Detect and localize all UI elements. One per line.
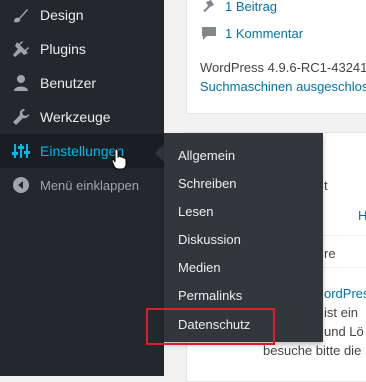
card-line-1: ist ein xyxy=(324,305,358,320)
sidebar-item-label: Design xyxy=(40,7,84,23)
card-line-2: und Lö xyxy=(324,324,364,339)
plug-icon xyxy=(11,39,31,59)
sidebar-item-label: Plugins xyxy=(40,41,86,57)
admin-sidebar: Design Plugins Benutzer Werkzeuge Einste… xyxy=(0,0,164,376)
collapse-menu-button[interactable]: Menü einklappen xyxy=(0,168,164,202)
wrench-icon xyxy=(11,107,31,127)
sidebar-item-plugins[interactable]: Plugins xyxy=(0,32,164,66)
brush-icon xyxy=(11,5,31,25)
posts-count-link[interactable]: 1 Beitrag xyxy=(225,0,277,14)
submenu-item-media[interactable]: Medien xyxy=(178,260,221,275)
sidebar-item-design[interactable]: Design xyxy=(0,0,164,32)
user-icon xyxy=(11,73,31,93)
highlight-box xyxy=(146,308,275,345)
card-link-partial[interactable]: H xyxy=(358,208,366,223)
sidebar-item-settings[interactable]: Einstellungen xyxy=(0,134,164,168)
wp-version-text: WordPress 4.9.6-RC1-43241 xyxy=(200,60,366,75)
sidebar-item-label: Benutzer xyxy=(40,75,97,91)
pin-icon xyxy=(201,0,217,18)
sidebar-item-tools[interactable]: Werkzeuge xyxy=(0,100,164,134)
submenu-item-permalinks[interactable]: Permalinks xyxy=(178,288,242,303)
sidebar-item-label: Werkzeuge xyxy=(40,109,111,125)
sidebar-item-users[interactable]: Benutzer xyxy=(0,66,164,100)
card-line-3: besuche bitte die xyxy=(263,343,362,358)
collapse-arrow-icon xyxy=(11,175,31,195)
sidebar-item-label: Menü einklappen xyxy=(40,177,140,193)
comment-icon xyxy=(201,25,217,46)
at-a-glance-card: 1 Beitrag 1 Kommentar WordPress 4.9.6-RC… xyxy=(186,0,366,114)
card-text-partial-3: re xyxy=(324,246,336,261)
submenu-item-reading[interactable]: Lesen xyxy=(178,204,213,219)
flyout-arrow xyxy=(155,144,164,162)
hand-cursor-icon xyxy=(111,148,127,170)
search-engines-link[interactable]: Suchmaschinen ausgeschloss xyxy=(200,79,366,94)
submenu-item-discussion[interactable]: Diskussion xyxy=(178,232,241,247)
submenu-item-general[interactable]: Allgemein xyxy=(178,148,235,163)
comments-count-link[interactable]: 1 Kommentar xyxy=(225,26,303,41)
submenu-item-writing[interactable]: Schreiben xyxy=(178,176,237,191)
settings-sliders-icon xyxy=(11,141,31,161)
card-text-partial-1: t xyxy=(324,178,328,193)
wordpress-link[interactable]: ordPress xyxy=(324,286,366,301)
